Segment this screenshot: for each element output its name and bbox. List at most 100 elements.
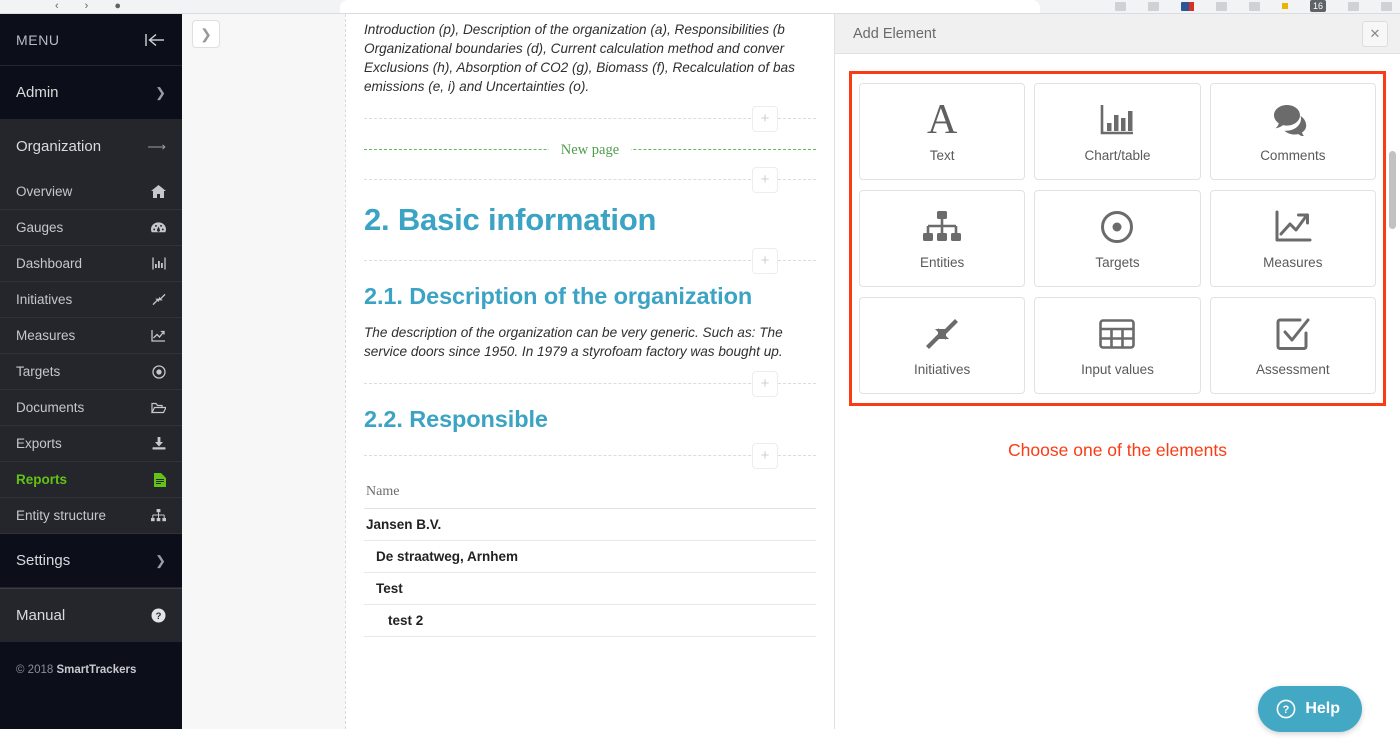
close-panel-button[interactable]: ✕ <box>1362 20 1388 47</box>
sidebar-group-admin-label: Admin <box>16 84 59 101</box>
extension-icon-4[interactable] <box>1215 1 1227 11</box>
add-element-button[interactable]: + <box>752 167 778 193</box>
sidebar-item-entity-structure[interactable]: Entity structure <box>0 498 182 534</box>
sidebar-item-label: Initiatives <box>16 292 73 307</box>
comments-icon <box>1273 100 1313 140</box>
collapse-left-icon[interactable] <box>144 33 166 47</box>
line-chart-icon <box>151 329 166 342</box>
add-element-button[interactable]: + <box>752 443 778 469</box>
menu-icon[interactable] <box>1381 1 1392 11</box>
chevron-right-icon: ❯ <box>155 552 166 568</box>
forward-icon[interactable]: › <box>85 1 89 12</box>
heading-basic-information: 2. Basic information <box>364 202 657 237</box>
extension-icon-5[interactable] <box>1248 1 1260 11</box>
responsible-table: Name Jansen B.V. De straatweg, Arnhem Te… <box>364 478 816 637</box>
extension-icon-2[interactable] <box>1147 1 1159 11</box>
element-card-label: Assessment <box>1256 362 1330 377</box>
sidebar-group-organization-label: Organization <box>16 138 102 155</box>
sidebar-header: MENU <box>0 14 182 66</box>
element-card-label: Targets <box>1095 255 1140 270</box>
sidebar-item-dashboard[interactable]: Dashboard <box>0 246 182 282</box>
element-card-label: Measures <box>1263 255 1323 270</box>
element-card-comments[interactable]: Comments <box>1209 83 1376 180</box>
element-separator: + <box>364 248 816 274</box>
sidebar-group-organization[interactable]: Organization ⟶ <box>0 120 182 174</box>
heading-responsible: 2.2. Responsible <box>364 406 548 432</box>
sidebar-item-targets[interactable]: Targets <box>0 354 182 390</box>
add-element-button[interactable]: + <box>752 371 778 397</box>
browser-nav-buttons: ‹ › ● <box>55 1 121 12</box>
element-card-text[interactable]: A Text <box>859 83 1026 180</box>
chevron-right-icon: ❯ <box>155 84 166 100</box>
element-card-measures[interactable]: Measures <box>1209 190 1376 287</box>
extension-icon-6[interactable] <box>1348 1 1359 11</box>
question-circle-icon: ? <box>1276 699 1296 719</box>
sidebar-item-overview[interactable]: Overview <box>0 174 182 210</box>
sidebar-item-manual[interactable]: Manual ? <box>0 588 182 642</box>
help-button[interactable]: ? Help <box>1258 686 1362 732</box>
sidebar-item-documents[interactable]: Documents <box>0 390 182 426</box>
gauge-icon <box>151 221 166 234</box>
table-row: test 2 <box>364 604 816 637</box>
sitemap-icon <box>923 207 962 247</box>
sidebar-group-settings-label: Settings <box>16 552 71 569</box>
element-card-chart-table[interactable]: Chart/table <box>1034 83 1201 180</box>
sitemap-icon <box>151 509 166 522</box>
home-icon <box>151 185 166 198</box>
svg-text:?: ? <box>1283 704 1290 716</box>
copyright-brand: SmartTrackers <box>56 664 137 676</box>
section-2-1-line: The description of the organization can … <box>364 325 783 340</box>
sidebar-item-label: Measures <box>16 328 76 343</box>
extension-icon-3[interactable] <box>1180 1 1194 11</box>
folder-open-icon <box>151 402 166 414</box>
table-cell-name: Jansen B.V. <box>364 508 816 541</box>
document-editor-area: ❯ Introduction (p), Description of the o… <box>182 14 834 729</box>
element-card-label: Input values <box>1081 362 1154 377</box>
browser-tab[interactable] <box>340 0 1040 13</box>
sidebar-item-label: Dashboard <box>16 256 83 271</box>
svg-text:?: ? <box>156 611 162 622</box>
close-icon: ✕ <box>1369 25 1381 41</box>
extension-icon-1[interactable] <box>1114 1 1126 11</box>
sidebar-item-measures[interactable]: Measures <box>0 318 182 354</box>
compress-arrows-icon <box>924 314 960 354</box>
table-row: Test <box>364 572 816 605</box>
back-icon[interactable]: ‹ <box>55 1 59 12</box>
compress-arrows-icon <box>152 293 166 306</box>
help-button-label: Help <box>1305 700 1340 717</box>
sidebar-item-label: Documents <box>16 400 85 415</box>
sidebar-item-reports[interactable]: Reports <box>0 462 182 498</box>
plus-icon: + <box>760 252 770 269</box>
table-cell-name: test 2 <box>364 604 816 637</box>
table-column-header-name: Name <box>364 478 816 509</box>
element-card-targets[interactable]: Targets <box>1034 190 1201 287</box>
menu-label: MENU <box>16 31 60 48</box>
element-separator: + <box>364 443 816 469</box>
panel-scrollbar-thumb[interactable] <box>1389 151 1396 229</box>
sidebar-item-initiatives[interactable]: Initiatives <box>0 282 182 318</box>
chevron-right-icon: ❯ <box>200 25 212 42</box>
table-header-row: Name <box>364 478 816 509</box>
section-2-1-paragraph: The description of the organization can … <box>364 317 816 361</box>
sidebar-item-exports[interactable]: Exports <box>0 426 182 462</box>
table-grid-icon <box>1099 314 1136 354</box>
sidebar-item-manual-label: Manual <box>16 606 66 624</box>
element-card-initiatives[interactable]: Initiatives <box>859 297 1026 394</box>
sidebar-group-admin[interactable]: Admin ❯ <box>0 66 182 120</box>
element-card-entities[interactable]: Entities <box>859 190 1026 287</box>
sidebar-item-label: Exports <box>16 436 62 451</box>
sidebar-item-gauges[interactable]: Gauges <box>0 210 182 246</box>
sidebar-item-label: Overview <box>16 184 73 199</box>
report-page: Introduction (p), Description of the org… <box>345 14 834 729</box>
profile-icon[interactable]: ● <box>114 1 121 12</box>
element-card-input-values[interactable]: Input values <box>1034 297 1201 394</box>
intro-paragraph-line: emissions (e, i) and Uncertainties (o). <box>364 79 590 94</box>
element-card-assessment[interactable]: Assessment <box>1209 297 1376 394</box>
sidebar-group-settings[interactable]: Settings ❯ <box>0 534 182 588</box>
element-card-label: Initiatives <box>914 362 971 377</box>
add-element-button[interactable]: + <box>752 106 778 132</box>
add-element-button[interactable]: + <box>752 248 778 274</box>
sidebar-item-label: Gauges <box>16 220 64 235</box>
expand-panel-toggle-button[interactable]: ❯ <box>192 20 220 48</box>
section-2-1-line: service doors since 1950. In 1979 a styr… <box>364 344 783 359</box>
